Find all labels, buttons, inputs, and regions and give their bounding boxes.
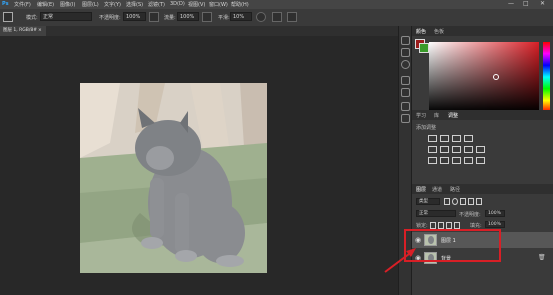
angle-icon[interactable] xyxy=(272,12,282,22)
flow-input[interactable]: 100% xyxy=(177,12,199,21)
cat-image xyxy=(80,83,267,273)
airbrush-icon[interactable] xyxy=(202,12,212,22)
menu-filter[interactable]: 滤镜(T) xyxy=(148,1,165,8)
lock-artboard-icon[interactable] xyxy=(446,222,452,229)
mode-label: 模式: xyxy=(26,15,38,21)
color-balance-icon[interactable] xyxy=(452,146,461,153)
filter-pixel-icon[interactable] xyxy=(444,198,450,205)
gradient-map-icon[interactable] xyxy=(464,157,473,164)
flow-label: 流量: xyxy=(164,15,176,21)
lock-label: 锁定: xyxy=(416,223,428,229)
close-tab-icon[interactable]: × xyxy=(38,26,42,36)
curves-icon[interactable] xyxy=(452,135,461,142)
tab-channels[interactable]: 通道 xyxy=(432,186,442,193)
exposure-icon[interactable] xyxy=(464,135,473,142)
layer-opacity-input[interactable]: 100% xyxy=(485,210,505,217)
menu-bar: Ps 文件(F) 编辑(E) 图像(I) 图层(L) 文字(Y) 选择(S) 滤… xyxy=(0,0,553,9)
layer-opacity-label: 不透明度: xyxy=(459,212,481,218)
tab-paths[interactable]: 路径 xyxy=(450,186,460,193)
tab-color[interactable]: 颜色 xyxy=(416,28,426,35)
app-logo-icon[interactable]: Ps xyxy=(2,1,9,7)
smooth-label: 平滑: xyxy=(218,15,230,21)
levels-icon[interactable] xyxy=(440,135,449,142)
info-icon[interactable] xyxy=(401,60,410,69)
lock-all-icon[interactable] xyxy=(454,222,460,229)
color-picker-cursor[interactable] xyxy=(493,74,499,80)
menu-layer[interactable]: 图层(L) xyxy=(82,1,99,8)
minimize-button[interactable]: — xyxy=(508,0,514,7)
color-picker-field[interactable] xyxy=(429,42,539,112)
posterize-icon[interactable] xyxy=(440,157,449,164)
document-tab-title: 图层 1, RGB/8# xyxy=(3,28,38,33)
menu-select[interactable]: 选择(S) xyxy=(126,1,143,8)
close-window-button[interactable]: ✕ xyxy=(540,0,545,7)
blend-mode-select[interactable]: 正常 xyxy=(416,210,456,217)
fill-input[interactable]: 100% xyxy=(485,221,505,228)
tab-swatches[interactable]: 色板 xyxy=(434,28,444,35)
opacity-label: 不透明度: xyxy=(99,15,121,21)
paragraph-icon[interactable] xyxy=(401,114,410,123)
threshold-icon[interactable] xyxy=(452,157,461,164)
brushes-icon[interactable] xyxy=(401,88,410,97)
hue-slider[interactable] xyxy=(543,42,550,112)
history-icon[interactable] xyxy=(401,36,410,45)
pressure-size-icon[interactable] xyxy=(287,12,297,22)
color-panel-header: 颜色 色板 xyxy=(412,26,553,36)
document-tab[interactable]: 图层 1, RGB/8# × xyxy=(0,26,46,36)
opacity-input[interactable]: 100% xyxy=(123,12,146,21)
layer-filter-select[interactable]: 类型 xyxy=(416,198,440,205)
menu-help[interactable]: 帮助(H) xyxy=(231,1,249,8)
filter-smart-object-icon[interactable] xyxy=(476,198,482,205)
adjustments-panel-header: 学习 库 调整 xyxy=(412,110,553,120)
filter-shape-icon[interactable] xyxy=(468,198,474,205)
background-color-swatch[interactable] xyxy=(419,43,429,53)
delete-layer-icon[interactable]: 🗑 xyxy=(538,254,546,261)
annotation-arrow xyxy=(384,248,416,273)
fill-label: 填充: xyxy=(470,223,482,229)
layers-panel-header: 图层 通道 路径 xyxy=(412,184,553,194)
menu-file[interactable]: 文件(F) xyxy=(14,1,31,8)
mode-select[interactable]: 正常 xyxy=(40,12,92,21)
menu-type[interactable]: 文字(Y) xyxy=(104,1,121,8)
brightness-icon[interactable] xyxy=(428,135,437,142)
tab-libraries[interactable]: 库 xyxy=(434,112,439,119)
pressure-opacity-icon[interactable] xyxy=(149,12,159,22)
character-icon[interactable] xyxy=(401,102,410,111)
cat-photo[interactable] xyxy=(80,83,267,273)
menu-3d[interactable]: 3D(D) xyxy=(170,1,185,7)
tab-learn[interactable]: 学习 xyxy=(416,112,426,119)
tab-layers[interactable]: 图层 xyxy=(416,186,426,193)
brush-settings-icon[interactable] xyxy=(401,76,410,85)
smoothing-gear-icon[interactable] xyxy=(256,12,266,22)
lock-pixels-icon[interactable] xyxy=(430,222,436,229)
filter-type-icon[interactable] xyxy=(460,198,466,205)
filter-adjustment-icon[interactable] xyxy=(452,198,458,205)
selective-color-icon[interactable] xyxy=(476,157,485,164)
add-adjustment-label: 添加调整 xyxy=(416,125,437,131)
menu-edit[interactable]: 编辑(E) xyxy=(37,1,54,8)
properties-icon[interactable] xyxy=(401,48,410,57)
invert-icon[interactable] xyxy=(428,157,437,164)
options-bar: 模式: 正常 不透明度: 100% 流量: 100% 平滑: 10% xyxy=(0,9,553,27)
lock-position-icon[interactable] xyxy=(438,222,444,229)
hue-saturation-icon[interactable] xyxy=(440,146,449,153)
brush-tool-icon[interactable] xyxy=(3,12,13,22)
menu-view[interactable]: 视图(V) xyxy=(188,1,205,8)
black-white-icon[interactable] xyxy=(464,146,473,153)
vibrance-icon[interactable] xyxy=(428,146,437,153)
maximize-button[interactable]: □ xyxy=(523,0,529,7)
tab-adjustments[interactable]: 调整 xyxy=(448,112,458,119)
smooth-input[interactable]: 10% xyxy=(230,12,252,21)
document-tab-bar xyxy=(0,26,398,36)
photo-filter-icon[interactable] xyxy=(476,146,485,153)
menu-image[interactable]: 图像(I) xyxy=(60,1,75,8)
menu-window[interactable]: 窗口(W) xyxy=(209,1,228,8)
